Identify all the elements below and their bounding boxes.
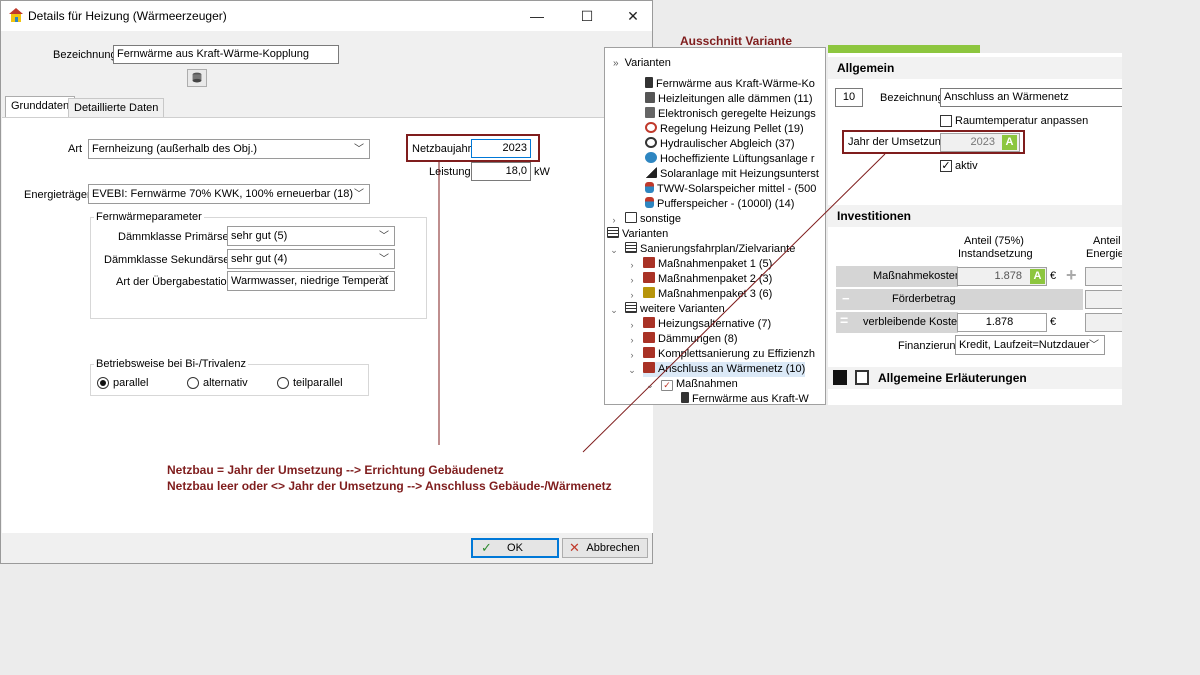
annotation-connector-lines bbox=[438, 153, 886, 453]
